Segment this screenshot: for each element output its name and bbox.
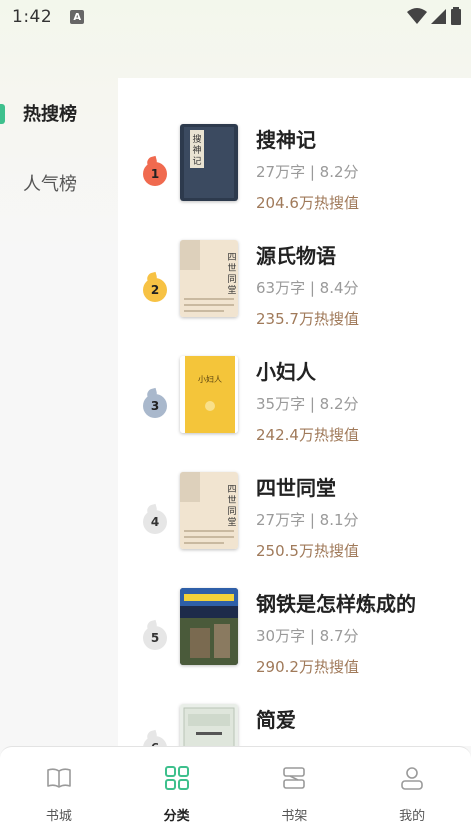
book-cover[interactable] [180,588,238,665]
book-title[interactable]: 小妇人 [256,356,316,385]
book-title[interactable]: 搜神记 [256,124,316,153]
status-bar: 1:42 A [0,0,471,34]
shelf-icon [283,767,306,789]
list-item[interactable]: 6 简爱 [118,696,471,746]
hot-search-value: 290.2万热搜值 [256,658,359,676]
list-item[interactable]: 4 四 世 同 堂 四世同堂 27万字 | 8.1分 250.5万热搜值 [118,464,471,580]
book-cover[interactable]: 小妇人 [180,356,238,433]
hot-search-value: 204.6万热搜值 [256,194,359,212]
book-cover[interactable]: 四 世 同 堂 [180,472,238,549]
book-title[interactable]: 简爱 [256,704,296,733]
svg-text:记: 记 [192,156,201,167]
svg-text:四: 四 [227,253,236,263]
svg-text:小妇人: 小妇人 [198,374,222,384]
book-meta: 35万字 | 8.2分 [256,395,359,413]
nav-label: 我的 [399,809,426,824]
book-meta: 63万字 | 8.4分 [256,279,359,297]
status-time: 1:42 [12,7,53,27]
ranking-sidebar: 热搜榜 人气榜 [0,78,118,218]
list-item[interactable]: 1 搜 神 记 搜神记 27万字 | 8.2分 204.6万热搜值 [118,116,471,232]
rank-badge: 1 [143,162,167,186]
book-cover[interactable]: 搜 神 记 [180,124,238,201]
hot-search-value: 235.7万热搜值 [256,310,359,328]
hot-search-value: 242.4万热搜值 [256,426,359,444]
book-meta: 27万字 | 8.2分 [256,163,359,181]
book-meta: 27万字 | 8.1分 [256,511,359,529]
svg-text:世: 世 [227,494,236,506]
nav-label: 书城 [45,809,72,824]
svg-text:搜: 搜 [192,133,201,145]
hot-search-value: 250.5万热搜值 [256,542,359,560]
svg-text:同: 同 [227,274,236,285]
book-ranking-list[interactable]: 1 搜 神 记 搜神记 27万字 | 8.2分 204.6万热搜值 2 四 世 … [118,78,471,746]
bottom-nav: 书城 分类 书架 我的 [0,746,471,837]
active-indicator [0,104,5,124]
notification-icon: A [70,10,85,24]
sidebar-item-label: 人气榜 [23,174,77,195]
list-item[interactable]: 5 钢铁是怎样炼成的 30万字 | 8.7分 290.2万热搜值 [118,580,471,696]
rank-badge: 5 [143,626,167,650]
list-item[interactable]: 2 四 世 同 堂 源氏物语 63万字 | 8.4分 235.7万热搜值 [118,232,471,348]
tab-bookstore[interactable]: 书城 [0,747,118,837]
tab-category[interactable]: 分类 [118,747,236,837]
user-icon [401,767,423,790]
nav-label: 分类 [163,809,190,824]
rank-badge: 4 [143,510,167,534]
wifi-icon [407,8,427,24]
status-icons [407,7,461,25]
signal-icon [431,9,446,24]
book-title[interactable]: 源氏物语 [256,240,336,269]
book-open-icon [47,768,71,788]
tab-bookshelf[interactable]: 书架 [236,747,354,837]
sidebar-item-popularity[interactable]: 人气榜 [0,148,118,218]
book-title[interactable]: 四世同堂 [256,472,336,501]
list-item[interactable]: 3 小妇人 小妇人 35万字 | 8.2分 242.4万热搜值 [118,348,471,464]
battery-icon [451,7,461,25]
svg-text:神: 神 [192,144,201,156]
svg-text:堂: 堂 [227,284,236,296]
svg-text:四: 四 [227,485,236,495]
svg-text:同: 同 [227,506,236,517]
rank-badge: 3 [143,394,167,418]
book-cover[interactable]: 四 世 同 堂 [180,240,238,317]
rank-badge: 6 [143,736,167,746]
book-cover[interactable] [180,704,238,746]
book-meta: 30万字 | 8.7分 [256,627,359,645]
rank-badge: 2 [143,278,167,302]
nav-label: 书架 [281,809,308,824]
book-title[interactable]: 钢铁是怎样炼成的 [256,588,416,617]
tab-profile[interactable]: 我的 [353,747,471,837]
svg-text:世: 世 [227,262,236,274]
sidebar-item-label: 热搜榜 [23,104,77,125]
sidebar-item-hot-search[interactable]: 热搜榜 [0,78,118,148]
grid-icon [164,766,189,790]
svg-text:堂: 堂 [227,516,236,528]
